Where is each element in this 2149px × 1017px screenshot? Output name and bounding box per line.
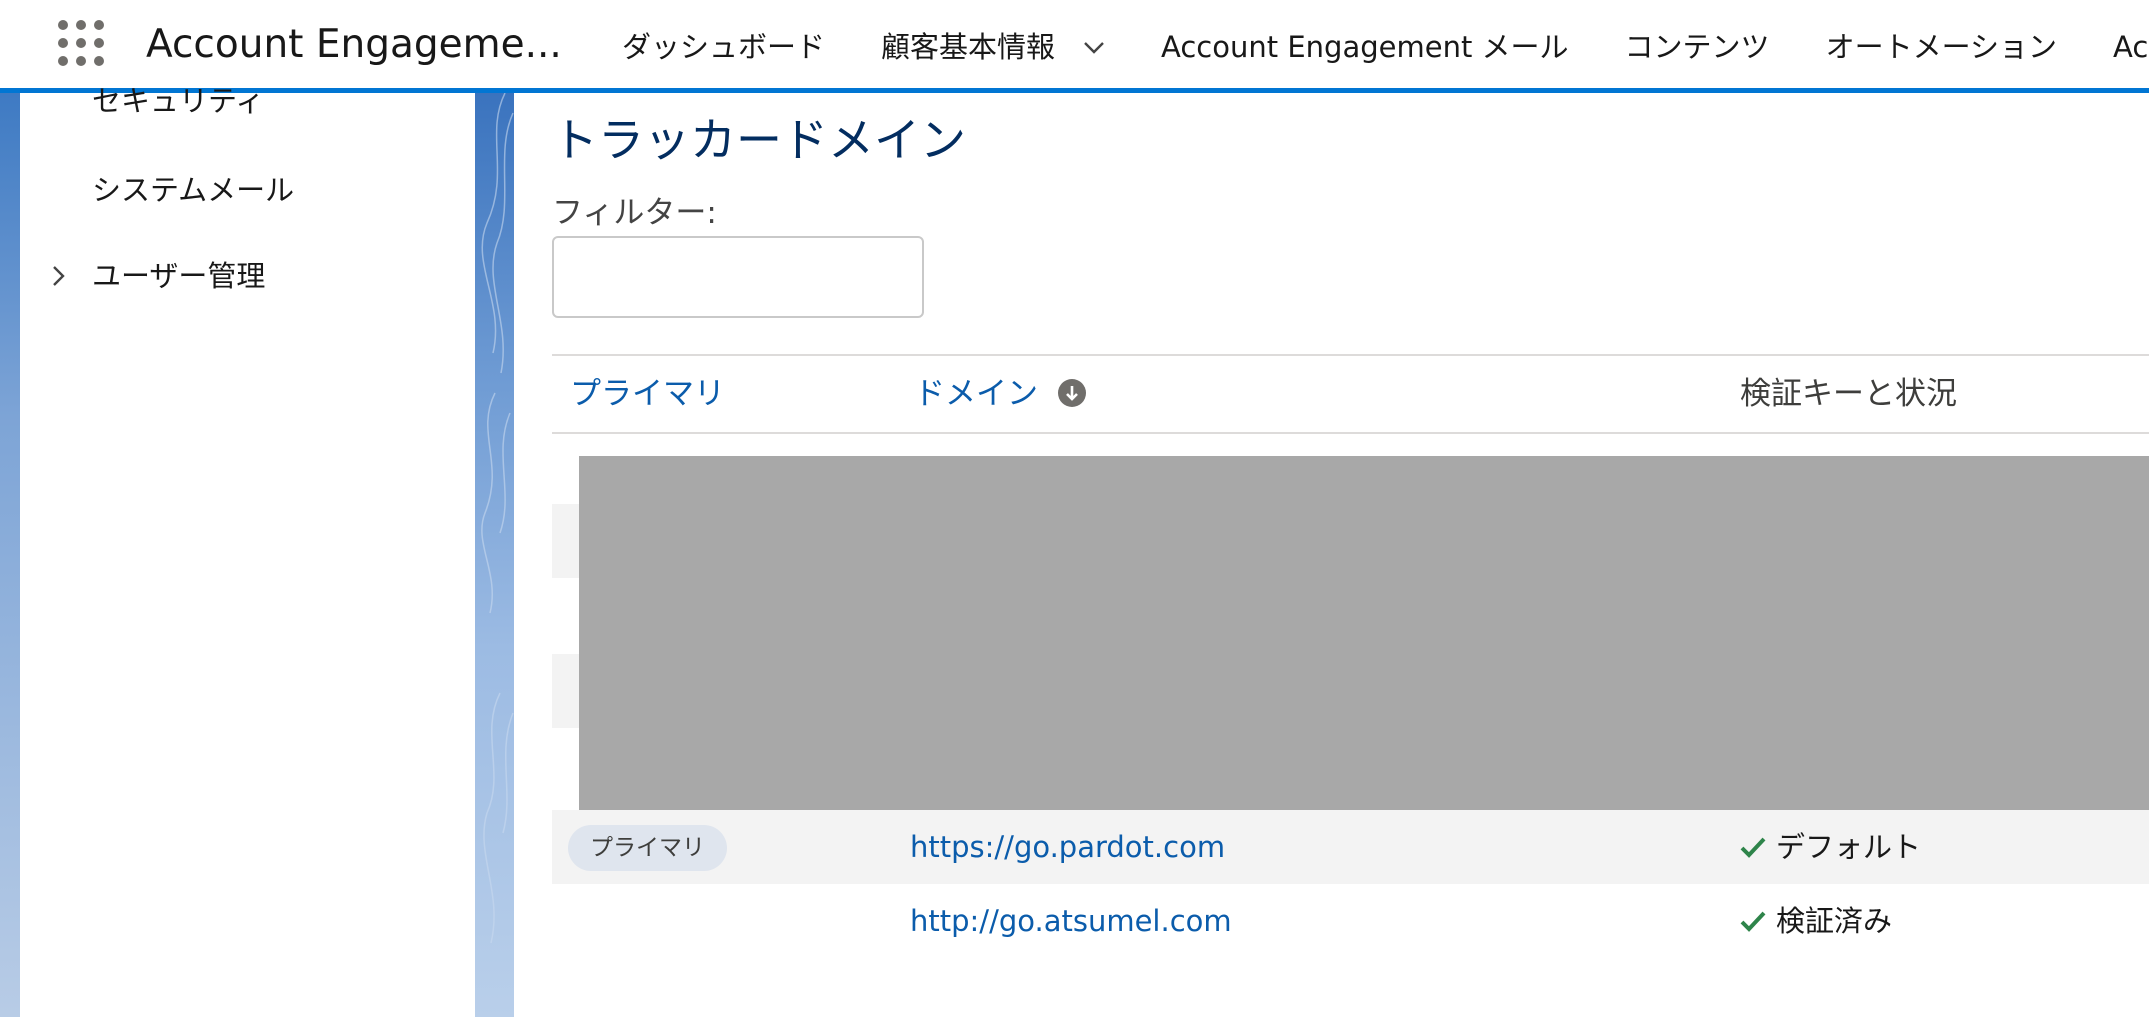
- nav-item-label: コンテンツ: [1624, 30, 1770, 64]
- status-text: 検証済み: [1776, 904, 1893, 938]
- sidebar-item-label: セキュリティ: [92, 84, 265, 118]
- background-stripe: [475, 93, 514, 1017]
- verification-status: 検証済み: [1740, 884, 1892, 958]
- chevron-right-icon[interactable]: [46, 264, 70, 288]
- column-header-label: ドメイン: [914, 376, 1038, 412]
- settings-sidebar: セキュリティ システムメール ユーザー管理: [20, 84, 475, 1017]
- nav-item-automation[interactable]: オートメーション: [1826, 22, 2057, 72]
- domain-link[interactable]: https://go.pardot.com: [910, 810, 1225, 884]
- contour-pattern: [481, 93, 514, 944]
- nav-item-label: Ac: [2112, 30, 2149, 64]
- filter-label: フィルター:: [552, 195, 717, 231]
- global-header: Account Engageme... ダッシュボード 顧客基本情報 Accou…: [0, 0, 2149, 93]
- nav-item-label: 顧客基本情報: [881, 30, 1056, 64]
- table-row: プライマリ https://go.pardot.com デフォルト: [552, 810, 2149, 884]
- page-title: トラッカードメイン: [552, 113, 966, 167]
- sidebar-item-system-email[interactable]: システムメール: [92, 170, 294, 210]
- nav-item-label: ダッシュボード: [622, 30, 826, 64]
- nav-item-engagement-email[interactable]: Account Engagement メール: [1161, 22, 1569, 72]
- column-header-verification: 検証キーと状況: [1740, 356, 1957, 432]
- nav-bar: ダッシュボード 顧客基本情報 Account Engagement メール コン…: [622, 22, 2149, 72]
- tracker-domain-table: プライマリ ドメイン 検証キーと状況 プライマリ https://go.pard…: [552, 354, 2149, 938]
- background-stripe: [0, 93, 20, 1017]
- nav-item-dashboard[interactable]: ダッシュボード: [622, 22, 825, 72]
- nav-item-content[interactable]: コンテンツ: [1625, 22, 1770, 72]
- main-content: トラッカードメイン フィルター: プライマリ ドメイン 検証キーと状況 プライマ…: [514, 93, 2149, 1017]
- table-row: http://go.atsumel.com 検証済み: [552, 884, 2149, 958]
- check-icon: [1740, 837, 1766, 858]
- primary-badge: プライマリ: [568, 825, 727, 871]
- column-header-domain[interactable]: ドメイン: [914, 356, 1086, 432]
- column-header-label: 検証キーと状況: [1740, 376, 1957, 412]
- sidebar-item-label: システムメール: [92, 173, 295, 207]
- nav-item-truncated[interactable]: Ac: [2113, 22, 2148, 72]
- nav-item-prospects[interactable]: 顧客基本情報: [881, 22, 1105, 72]
- nav-item-label: Account Engagement メール: [1161, 30, 1569, 64]
- sort-down-icon[interactable]: [1057, 378, 1086, 407]
- redacted-area: [579, 456, 2149, 816]
- chevron-down-icon[interactable]: [1083, 36, 1105, 58]
- sidebar-item-security[interactable]: セキュリティ: [92, 81, 264, 121]
- app-name: Account Engageme...: [146, 22, 562, 67]
- sidebar-item-user-management[interactable]: ユーザー管理: [92, 256, 265, 296]
- sidebar-item-label: ユーザー管理: [92, 259, 266, 293]
- verification-status: デフォルト: [1740, 810, 1921, 884]
- column-header-label: プライマリ: [570, 376, 725, 412]
- domain-link[interactable]: http://go.atsumel.com: [910, 884, 1232, 958]
- status-text: デフォルト: [1776, 830, 1922, 864]
- nav-item-label: オートメーション: [1825, 30, 2057, 64]
- column-header-primary[interactable]: プライマリ: [570, 356, 725, 432]
- table-header: プライマリ ドメイン 検証キーと状況: [552, 354, 2149, 434]
- check-icon: [1740, 911, 1766, 932]
- app-launcher-icon[interactable]: [58, 20, 108, 70]
- filter-input[interactable]: [552, 236, 924, 318]
